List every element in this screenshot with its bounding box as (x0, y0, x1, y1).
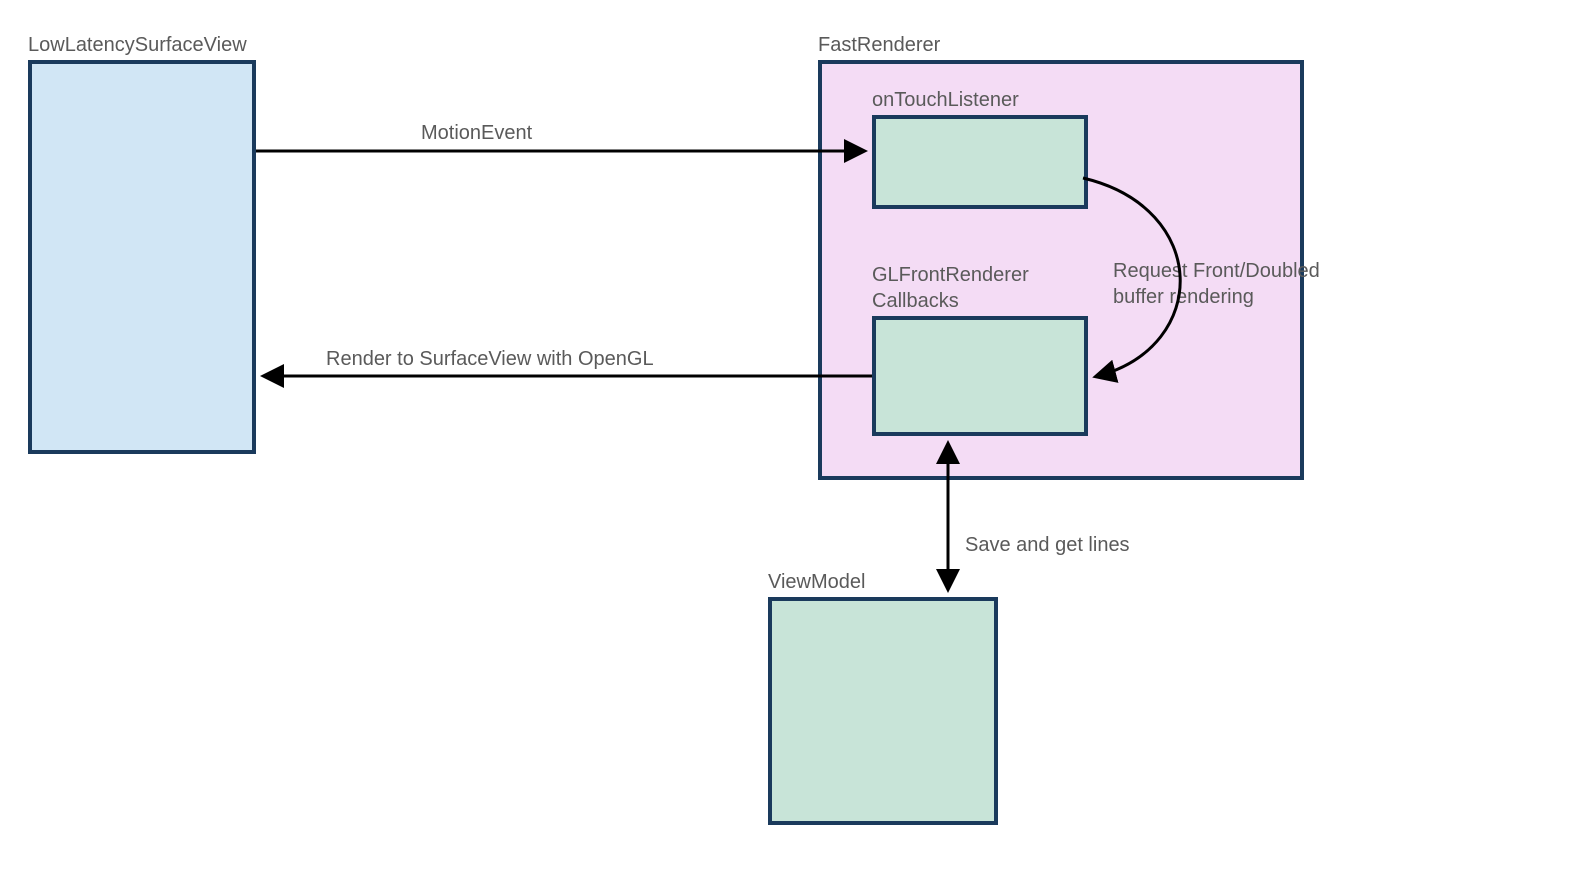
on-touch-listener-label: onTouchListener (872, 87, 1019, 113)
fast-renderer-label: FastRenderer (818, 32, 940, 58)
save-and-get-lines-edge-label: Save and get lines (965, 532, 1130, 558)
motion-event-edge-label: MotionEvent (421, 120, 532, 146)
low-latency-surface-view-label: LowLatencySurfaceView (28, 32, 247, 58)
low-latency-surface-view-box (28, 60, 256, 454)
view-model-box (768, 597, 998, 825)
on-touch-listener-box (872, 115, 1088, 209)
gl-front-renderer-callbacks-label: GLFrontRenderer Callbacks (872, 262, 1029, 314)
render-to-surfaceview-edge-label: Render to SurfaceView with OpenGL (326, 346, 654, 372)
gl-front-renderer-callbacks-box (872, 316, 1088, 436)
request-front-doubled-edge-label: Request Front/Doubled buffer rendering (1113, 258, 1320, 310)
view-model-label: ViewModel (768, 569, 865, 595)
